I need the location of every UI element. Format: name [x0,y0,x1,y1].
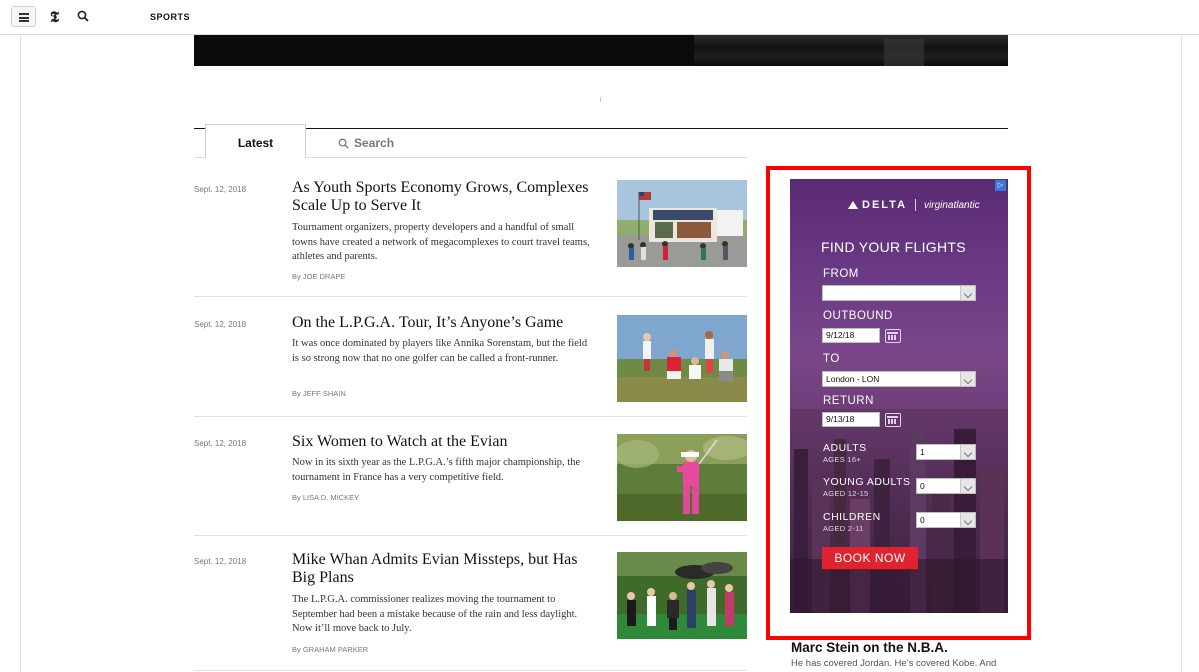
to-label: TO [823,353,840,365]
tab-search[interactable]: Search [338,136,394,150]
article-thumbnail[interactable] [617,434,747,521]
list-item[interactable]: Sept. 12, 2018 As Youth Sports Economy G… [194,166,747,297]
article-thumbnail[interactable] [617,180,747,267]
adults-label: ADULTS [823,442,867,454]
list-item[interactable]: Sept. 12, 2018 Mike Whan Admits Evian Mi… [194,536,747,671]
section-rule [194,128,1008,129]
chevron-down-icon [960,286,975,300]
article-headline[interactable]: On the L.P.G.A. Tour, It’s Anyone’s Game [292,314,602,332]
article-date: Sept. 12, 2018 [194,320,247,329]
outbound-date-field[interactable]: 9/12/18 [822,328,880,343]
children-select[interactable]: 0 [916,512,976,528]
calendar-icon[interactable] [885,329,901,343]
chevron-down-icon [960,513,975,527]
divider [915,199,917,211]
article-byline: By GRAHAM PARKER [292,645,369,654]
article-summary: Now in its sixth year as the L.P.G.A.’s … [292,457,581,483]
flight-search-ad[interactable]: ▷ DELTA virginatlantic FIND YOUR FLIGHTS… [790,179,1008,613]
outbound-label: OUTBOUND [823,310,893,322]
list-item[interactable]: Sept. 12, 2018 Six Women to Watch at the… [194,417,747,536]
article-thumbnail[interactable] [617,315,747,402]
article-thumbnail[interactable] [617,552,747,639]
chevron-down-icon [960,372,975,386]
delta-logo: DELTA [848,199,907,211]
hamburger-menu-button[interactable] [11,6,36,27]
article-summary: The L.P.G.A. commissioner realizes movin… [292,594,578,634]
adchoices-icon[interactable]: ▷ [995,180,1006,191]
chevron-down-icon [960,479,975,493]
delta-triangle-icon [848,201,858,209]
young-adults-age-note: AGED 12-15 [823,489,869,498]
article-byline: By JEFF SHAIN [292,389,346,398]
book-now-button[interactable]: BOOK NOW [822,547,918,569]
sidebar-headline[interactable]: Marc Stein on the N.B.A. [791,640,948,655]
children-label: CHILDREN [823,511,881,523]
search-icon [338,138,349,149]
ad-brand-logos: DELTA virginatlantic [848,199,980,211]
ad-heading: FIND YOUR FLIGHTS [821,239,966,255]
adults-age-note: AGES 16+ [823,455,862,464]
article-date: Sept. 12, 2018 [194,557,247,566]
top-navigation-bar: 𝕿 SPORTS [0,0,1199,35]
divider [600,97,601,102]
adults-select[interactable]: 1 [916,444,976,460]
calendar-icon[interactable] [885,413,901,427]
young-adults-label: YOUNG ADULTS [823,476,911,488]
section-name[interactable]: SPORTS [150,12,190,22]
sidebar-summary: He has covered Jordan. He’s covered Kobe… [791,658,997,669]
article-summary: Tournament organizers, property develope… [292,222,590,262]
young-adults-select[interactable]: 0 [916,478,976,494]
return-date-field[interactable]: 9/13/18 [822,412,880,427]
children-age-note: AGED 2-11 [823,524,864,533]
article-summary: It was once dominated by players like An… [292,338,588,364]
article-byline: By LISA D. MICKEY [292,493,360,502]
article-headline[interactable]: Mike Whan Admits Evian Missteps, but Has… [292,551,602,587]
nyt-logo[interactable]: 𝕿 [50,8,59,26]
list-item[interactable]: Sept. 12, 2018 On the L.P.G.A. Tour, It’… [194,297,747,417]
article-headline[interactable]: As Youth Sports Economy Grows, Complexes… [292,179,602,215]
search-icon[interactable] [77,10,89,22]
article-headline[interactable]: Six Women to Watch at the Evian [292,433,602,451]
to-select[interactable]: London - LON [822,371,976,387]
article-byline: By JOE DRAPE [292,272,346,281]
chevron-down-icon [960,445,975,459]
article-date: Sept. 12, 2018 [194,439,247,448]
virgin-atlantic-logo: virginatlantic [924,199,980,211]
video-strip[interactable] [194,35,1008,66]
from-label: FROM [823,268,859,280]
return-label: RETURN [823,395,874,407]
from-select[interactable] [822,285,976,301]
tab-latest[interactable]: Latest [205,124,306,158]
tab-search-label: Search [354,136,395,150]
article-date: Sept. 12, 2018 [194,185,247,194]
